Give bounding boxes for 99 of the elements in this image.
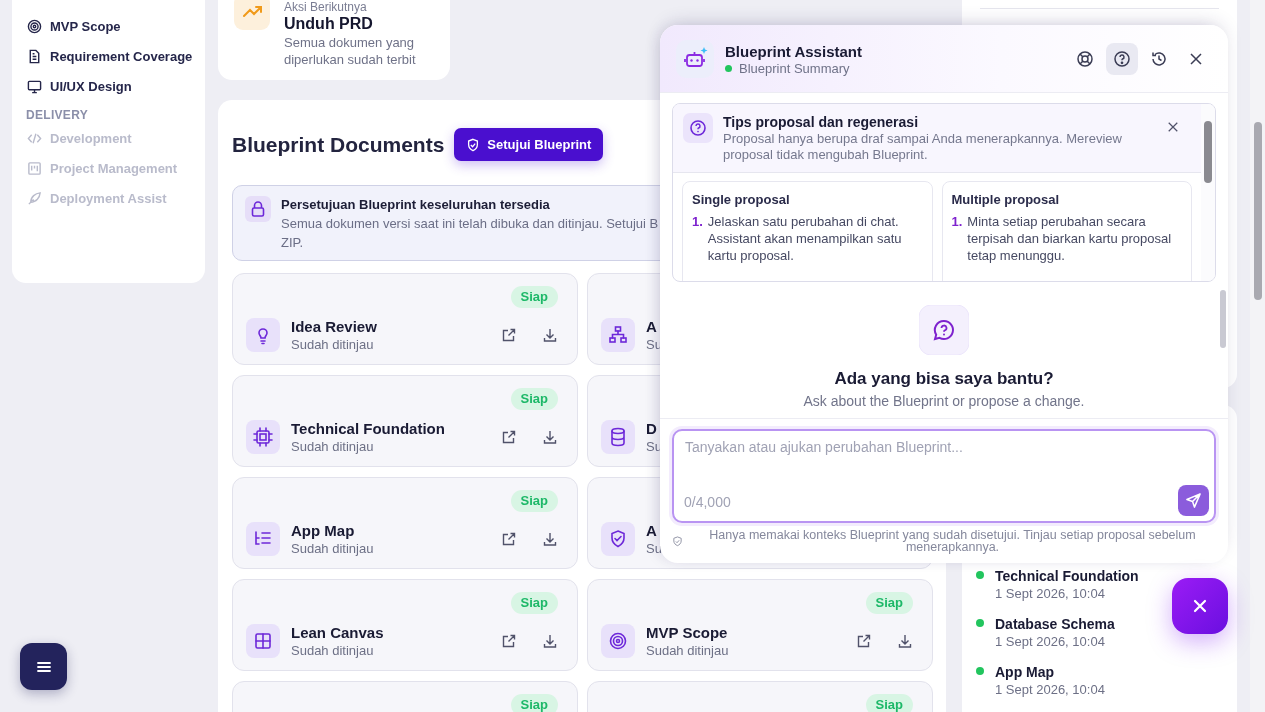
lock-icon bbox=[245, 196, 271, 222]
document-status: Sudah ditinjau bbox=[291, 642, 374, 659]
tip-card-title: Multiple proposal bbox=[951, 192, 1061, 207]
document-title: A bbox=[646, 317, 657, 336]
menu-button[interactable] bbox=[20, 643, 67, 690]
disclaimer-text: Hanya memakai konteks Blueprint yang sudah disetujui. Tinjau setiap proposal sebelum menerapkannya. bbox=[708, 529, 1197, 553]
document-status: Sudah ditinjau bbox=[291, 540, 374, 557]
document-card[interactable]: Siap Lean Canvas Sudah ditinjau bbox=[232, 579, 578, 671]
document-card[interactable]: Siap MVP Scope Sudah ditinjau bbox=[587, 579, 933, 671]
document-status: Sudah ditinjau bbox=[646, 642, 729, 659]
trend-icon bbox=[234, 0, 270, 30]
empty-state-text: Ask about the Blueprint or propose a change. bbox=[803, 393, 1085, 409]
board-icon bbox=[27, 160, 42, 176]
shield-check-icon bbox=[601, 522, 635, 556]
target-icon bbox=[27, 18, 42, 34]
document-title: Technical Foundation bbox=[291, 419, 445, 438]
document-card[interactable]: Siap Technical Foundation Sudah ditinjau bbox=[232, 375, 578, 467]
document-card[interactable]: Siap App Map Sudah ditinjau bbox=[232, 477, 578, 569]
step-text: Minta setiap perubahan secara terpisah dan biarkan kartu proposal tetap menunggu. bbox=[967, 213, 1173, 264]
step-number: 1. bbox=[692, 213, 703, 231]
history-icon bbox=[1150, 49, 1168, 68]
assistant-title: Blueprint Assistant bbox=[725, 41, 863, 61]
section-title: Blueprint Documents bbox=[232, 132, 445, 157]
assistant-context: Blueprint Summary bbox=[739, 60, 850, 76]
grid-icon bbox=[246, 624, 280, 658]
tip-card-title: Single proposal bbox=[692, 192, 791, 207]
document-title: Lean Canvas bbox=[291, 623, 384, 642]
document-status: Sudah ditinjau bbox=[291, 336, 374, 353]
scrollbar[interactable] bbox=[1250, 0, 1265, 712]
document-title: App Map bbox=[291, 521, 355, 540]
notice-text: Semua dokumen versi saat ini telah dibuka dan ditinjau. Setujui B bbox=[281, 215, 659, 233]
target-icon bbox=[601, 624, 635, 658]
empty-state-title: Ada yang bisa saya bantu? bbox=[834, 369, 1054, 389]
document-status: Sudah ditinjau bbox=[291, 438, 374, 455]
status-badge: Siap bbox=[510, 490, 558, 512]
monitor-icon bbox=[27, 78, 42, 94]
download-icon[interactable] bbox=[542, 531, 558, 547]
database-icon bbox=[601, 420, 635, 454]
step-text: Jelaskan satu perubahan di chat. Assistant akan menampilkan satu kartu proposal. bbox=[707, 213, 903, 264]
status-badge: Siap bbox=[510, 592, 558, 614]
download-icon[interactable] bbox=[542, 429, 558, 445]
sidebar-item[interactable]: UI/UX Design bbox=[27, 71, 191, 101]
chip-icon bbox=[246, 420, 280, 454]
document-title: MVP Scope bbox=[646, 623, 728, 642]
document-title: D bbox=[646, 419, 657, 438]
document-title: A bbox=[646, 521, 657, 540]
activity-time: 1 Sept 2026, 10:04 bbox=[995, 585, 1106, 603]
robot-icon bbox=[676, 39, 714, 78]
notice-title: Persetujuan Blueprint keseluruhan tersedia bbox=[281, 196, 551, 214]
step-number: 1. bbox=[951, 213, 963, 231]
next-action-label: Aksi Berikutnya bbox=[284, 0, 368, 14]
help-button[interactable] bbox=[1106, 42, 1138, 75]
document-card[interactable]: Siap Idea Review Sudah ditinjau bbox=[232, 273, 578, 365]
shield-check-icon bbox=[466, 137, 481, 152]
section-heading: DELIVERY bbox=[26, 107, 89, 123]
open-external-icon[interactable] bbox=[501, 633, 517, 649]
tips-title: Tips proposal dan regenerasi bbox=[723, 113, 920, 131]
status-badge: Siap bbox=[510, 286, 558, 308]
scrollbar[interactable] bbox=[1201, 104, 1215, 281]
notice-text: ZIP. bbox=[281, 234, 305, 252]
open-external-icon[interactable] bbox=[501, 531, 517, 547]
scrollbar[interactable] bbox=[1220, 290, 1226, 348]
document-status: Su bbox=[646, 540, 662, 557]
close-button[interactable] bbox=[1172, 578, 1228, 634]
tips-text: Proposal hanya berupa draf sampai Anda menerapkannya. Mereview proposal tidak mengubah Blueprint. bbox=[723, 131, 1123, 163]
sidebar-item[interactable]: Requirement Coverage bbox=[27, 41, 191, 71]
open-external-icon[interactable] bbox=[856, 633, 872, 649]
lifebuoy-icon bbox=[1076, 49, 1094, 68]
send-button[interactable] bbox=[1178, 485, 1209, 516]
sidebar-item[interactable]: MVP Scope bbox=[27, 11, 191, 41]
help-icon bbox=[683, 113, 713, 143]
download-icon[interactable] bbox=[542, 327, 558, 343]
close-icon[interactable] bbox=[1167, 121, 1179, 133]
help-icon bbox=[1113, 49, 1131, 68]
activity-title: Database Schema bbox=[995, 615, 1115, 633]
activity-title: App Map bbox=[995, 663, 1056, 681]
activity-time: 1 Sept 2026, 10:04 bbox=[995, 633, 1106, 651]
shield-check-icon bbox=[672, 535, 683, 547]
download-icon[interactable] bbox=[542, 633, 558, 649]
open-external-icon[interactable] bbox=[501, 327, 517, 343]
activity-title: Technical Foundation bbox=[995, 567, 1139, 585]
send-icon bbox=[1185, 492, 1202, 509]
lightbulb-icon bbox=[246, 318, 280, 352]
document-title: Idea Review bbox=[291, 317, 377, 336]
next-action-title: Unduh PRD bbox=[284, 14, 374, 34]
list-icon bbox=[246, 522, 280, 556]
status-badge: Siap bbox=[865, 694, 913, 712]
chat-help-icon bbox=[919, 305, 969, 355]
download-icon[interactable] bbox=[897, 633, 913, 649]
hierarchy-icon bbox=[601, 318, 635, 352]
activity-time: 1 Sept 2026, 10:04 bbox=[995, 681, 1105, 699]
status-badge: Siap bbox=[510, 388, 558, 410]
status-badge: Siap bbox=[865, 592, 913, 614]
approve-button[interactable]: Setujui Blueprint bbox=[454, 128, 604, 161]
next-action-description: Semua dokumen yang diperlukan sudah terbit bbox=[284, 34, 417, 68]
open-external-icon[interactable] bbox=[501, 429, 517, 445]
status-badge: Siap bbox=[510, 694, 558, 712]
character-counter: 0/4,000 bbox=[684, 494, 731, 510]
document-icon bbox=[27, 48, 42, 64]
